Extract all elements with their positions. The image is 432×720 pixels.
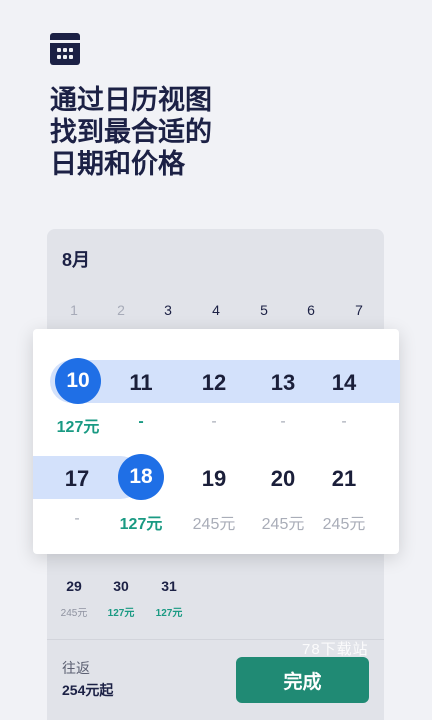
weekday-number: 6 [307, 302, 315, 318]
day-price: - [138, 413, 144, 430]
day-price: - [341, 413, 347, 430]
day-cell[interactable]: 13 [258, 370, 308, 396]
day-cell-selected-start[interactable]: 10 [55, 358, 101, 404]
month-label: 8月 [62, 250, 91, 270]
day-cell[interactable]: 21 [319, 466, 369, 492]
day-cell[interactable]: 12 [189, 370, 239, 396]
watermark: 78下载站 [302, 641, 369, 658]
weekday-number: 2 [117, 302, 125, 318]
done-button[interactable]: 完成 [236, 657, 369, 703]
calendar-icon [50, 33, 80, 65]
headline: 通过日历视图 找到最合适的 日期和价格 [50, 84, 390, 180]
day-price: - [74, 510, 80, 527]
day-cell[interactable]: 29 [59, 578, 89, 594]
weekday-number: 4 [212, 302, 220, 318]
day-price: 127元 [107, 608, 135, 619]
day-price: 245元 [322, 516, 366, 533]
headline-line-2: 找到最合适的 [50, 117, 212, 147]
weekday-number: 3 [164, 302, 172, 318]
day-price: 245元 [192, 516, 236, 533]
day-cell[interactable]: 30 [106, 578, 136, 594]
day-cell[interactable]: 20 [258, 466, 308, 492]
weekday-number: 1 [70, 302, 78, 318]
starting-price: 254元起 [62, 682, 114, 698]
day-cell[interactable]: 17 [52, 466, 102, 492]
day-cell[interactable]: 19 [189, 466, 239, 492]
headline-line-1: 通过日历视图 [50, 85, 212, 115]
day-price: - [211, 413, 217, 430]
day-price: 127元 [119, 516, 163, 533]
headline-line-3: 日期和价格 [50, 149, 185, 179]
day-price: 127元 [56, 419, 100, 436]
day-cell[interactable]: 14 [319, 370, 369, 396]
trip-type-label: 往返 [62, 660, 90, 676]
weekday-number: 7 [355, 302, 363, 318]
day-cell-selected-end[interactable]: 18 [118, 454, 164, 500]
day-price: 245元 [261, 516, 305, 533]
weekday-number: 5 [260, 302, 268, 318]
day-cell[interactable]: 11 [116, 370, 166, 396]
day-price: 127元 [155, 608, 183, 619]
day-cell[interactable]: 31 [154, 578, 184, 594]
day-price: - [280, 413, 286, 430]
day-price: 245元 [60, 608, 88, 619]
